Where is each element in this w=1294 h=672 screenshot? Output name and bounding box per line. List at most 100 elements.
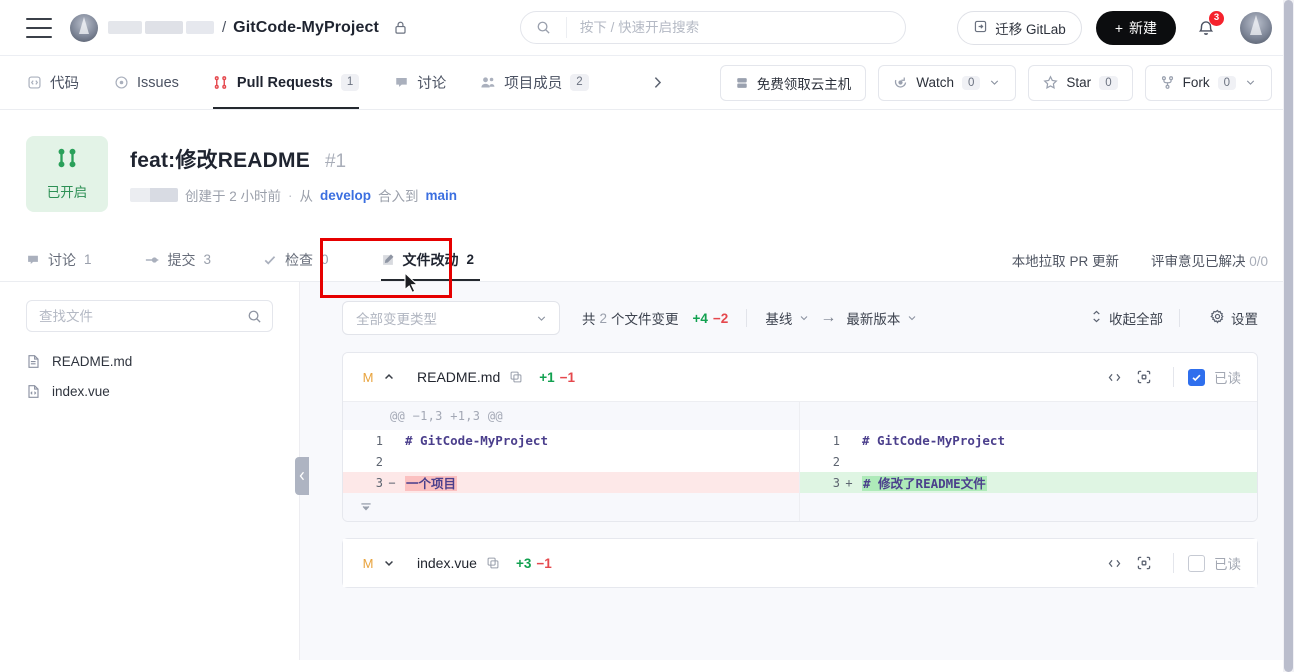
diff-file-header: M README.md +1 −1	[343, 353, 1257, 401]
plus-icon: +	[1115, 20, 1123, 36]
hunk-header: @@ −1,3 +1,3 @@	[343, 409, 503, 423]
markdown-file-icon	[26, 354, 41, 369]
nav-item-code[interactable]: 代码	[26, 56, 79, 109]
list-item[interactable]: README.md	[26, 346, 273, 376]
code-brackets-icon[interactable]	[1099, 550, 1129, 576]
search-input[interactable]	[567, 20, 905, 35]
repo-name[interactable]: GitCode-MyProject	[233, 19, 379, 37]
migrate-icon	[973, 19, 988, 37]
status-badge: M	[361, 556, 375, 571]
owner-avatar[interactable]	[70, 14, 98, 42]
chevron-right-icon[interactable]	[649, 74, 666, 91]
cloud-host-button[interactable]: 免费领取云主机	[720, 65, 867, 101]
line-code: # GitCode-MyProject	[856, 433, 1005, 448]
line-number: 1	[800, 434, 842, 448]
diff-file-card: M index.vue +3 −1	[342, 538, 1258, 588]
diff-line-removed[interactable]: 3 − 一个项目	[343, 472, 799, 493]
diff-file-header-actions: 已读	[1099, 550, 1241, 576]
members-icon	[480, 75, 496, 91]
chevron-down-icon[interactable]	[383, 557, 395, 569]
diff-line[interactable]: 2	[800, 451, 1257, 472]
list-item[interactable]: index.vue	[26, 376, 273, 406]
nav-item-discussions-label: 讨论	[417, 72, 446, 93]
collapse-all-button[interactable]: 收起全部	[1090, 308, 1163, 328]
tab-commits[interactable]: 提交 3	[144, 238, 212, 281]
nav-item-code-label: 代码	[50, 72, 79, 93]
status-badge: M	[361, 370, 375, 385]
diff-line[interactable]: 1 # GitCode-MyProject	[800, 430, 1257, 451]
review-resolved-label: 评审意见已解决	[1151, 254, 1246, 269]
copy-icon[interactable]	[509, 370, 523, 384]
fork-button[interactable]: Fork 0	[1145, 65, 1272, 101]
global-search[interactable]	[520, 11, 906, 44]
tab-commits-count: 3	[204, 252, 212, 267]
comment-icon	[26, 253, 40, 267]
diff-file-name[interactable]: index.vue	[417, 555, 477, 571]
star-button[interactable]: Star 0	[1028, 65, 1132, 101]
nav-item-pull-requests[interactable]: Pull Requests 1	[213, 56, 359, 109]
repo-nav: 代码 Issues Pull Request	[0, 56, 1294, 110]
owner-name-redacted	[108, 21, 214, 34]
chevron-down-icon	[906, 312, 918, 324]
watch-button[interactable]: Watch 0	[878, 65, 1016, 101]
chevron-down-icon[interactable]	[988, 76, 1001, 89]
baseline-selector[interactable]: 基线	[765, 308, 810, 328]
vertical-scrollbar[interactable]	[1283, 0, 1294, 672]
viewed-box-icon[interactable]	[1129, 550, 1159, 576]
user-avatar[interactable]	[1240, 12, 1272, 44]
tab-file-changes[interactable]: 文件改动 2	[381, 238, 475, 281]
diff-toolbar-right: 收起全部 设置	[1076, 308, 1258, 328]
star-icon	[1043, 75, 1058, 90]
mark-viewed-checkbox[interactable]: 已读	[1188, 553, 1241, 573]
local-pull-pr-update[interactable]: 本地拉取 PR 更新	[1012, 250, 1119, 270]
file-deletions: −1	[560, 370, 575, 385]
total-additions: +4	[693, 311, 708, 326]
pr-source-branch[interactable]: develop	[320, 188, 371, 203]
divider	[746, 309, 747, 327]
migrate-gitlab-button[interactable]: 迁移 GitLab	[957, 11, 1082, 45]
diff-line[interactable]: 2	[343, 451, 799, 472]
pr-target-branch[interactable]: main	[426, 188, 458, 203]
code-brackets-icon[interactable]	[1099, 364, 1129, 390]
expand-down-icon[interactable]	[343, 493, 799, 521]
nav-item-discussions[interactable]: 讨论	[393, 56, 446, 109]
diff-file-name[interactable]: README.md	[417, 369, 500, 385]
find-file-input[interactable]	[39, 309, 247, 324]
code-icon	[26, 75, 42, 91]
diff-settings-button[interactable]: 设置	[1210, 308, 1258, 328]
diff-file-header-actions: 已读	[1099, 364, 1241, 390]
new-button[interactable]: + 新建	[1096, 11, 1176, 45]
pr-number: #1	[325, 151, 346, 173]
viewed-box-icon[interactable]	[1129, 364, 1159, 390]
tab-discussion[interactable]: 讨论 1	[26, 238, 92, 281]
file-tree-sidebar: README.md index.vue	[0, 282, 300, 660]
checkbox-checked[interactable]	[1188, 369, 1205, 386]
change-type-filter-value: 全部变更类型	[356, 308, 437, 328]
lock-icon	[393, 20, 408, 35]
migrate-gitlab-label: 迁移 GitLab	[995, 18, 1066, 38]
checkbox-unchecked[interactable]	[1188, 555, 1205, 572]
tab-checks[interactable]: 检查 0	[263, 238, 329, 281]
chevron-up-icon[interactable]	[383, 371, 395, 383]
divider	[1173, 367, 1174, 387]
diff-toolbar: 全部变更类型 共 2 个文件变更 +4 −2 基线	[342, 298, 1258, 338]
hunk-header-row-right	[800, 402, 1257, 430]
copy-icon[interactable]	[486, 556, 500, 570]
chevron-left-icon[interactable]	[295, 457, 309, 495]
diff-line[interactable]: 1 # GitCode-MyProject	[343, 430, 799, 451]
hamburger-icon[interactable]	[26, 18, 52, 38]
tab-file-changes-count: 2	[467, 252, 475, 267]
line-number: 2	[800, 455, 842, 469]
notifications-button[interactable]: 3	[1193, 15, 1219, 41]
scrollbar-thumb[interactable]	[1284, 0, 1293, 672]
chevron-down-icon[interactable]	[1244, 76, 1257, 89]
nav-item-issues[interactable]: Issues	[113, 56, 179, 109]
tab-commits-label: 提交	[168, 250, 196, 270]
diff-line-added[interactable]: 3 + # 修改了README文件	[800, 472, 1257, 493]
change-type-filter[interactable]: 全部变更类型	[342, 301, 560, 335]
pr-files-changed-page: / GitCode-MyProject 迁移 GitLa	[0, 0, 1294, 672]
latest-version-selector[interactable]: 最新版本	[846, 308, 918, 328]
nav-item-members[interactable]: 项目成员 2	[480, 56, 588, 109]
find-file-search[interactable]	[26, 300, 273, 332]
mark-viewed-checkbox[interactable]: 已读	[1188, 367, 1241, 387]
